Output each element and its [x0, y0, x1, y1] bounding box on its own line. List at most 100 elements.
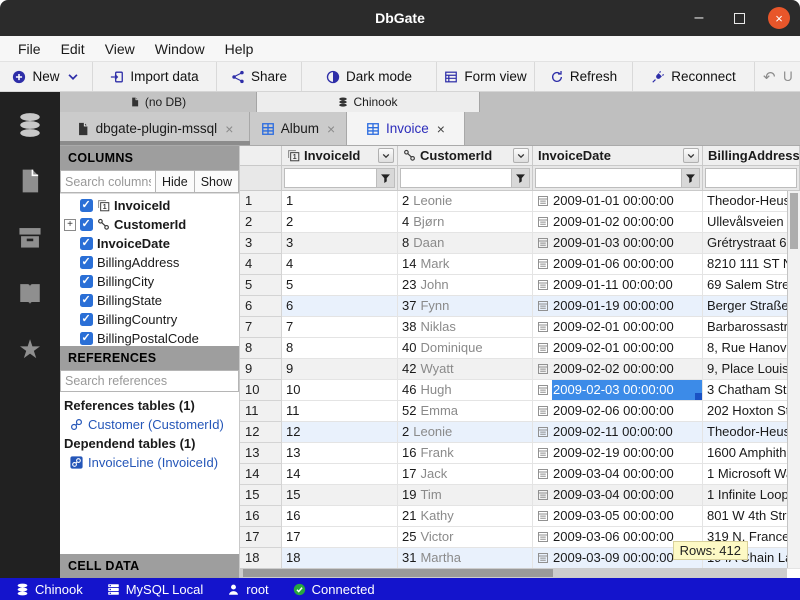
search-columns-input[interactable] — [60, 170, 156, 193]
horizontal-scrollbar[interactable] — [240, 568, 787, 578]
cell-customerid[interactable]: 21Kathy — [398, 506, 533, 527]
cell-invoicedate[interactable]: 2009-02-03 00:00:00 — [533, 380, 703, 401]
cell-customerid[interactable]: 42Wyatt — [398, 359, 533, 380]
filter-funnel-button[interactable] — [377, 168, 395, 188]
cell-invoicedate[interactable]: 2009-01-02 00:00:00 — [533, 212, 703, 233]
cell-billingaddress[interactable]: 202 Hoxton Street — [703, 401, 800, 422]
toolbar-form-view-button[interactable]: Form view — [437, 62, 535, 91]
toolbar-new-button[interactable]: New — [0, 62, 93, 91]
checkbox-checked-icon[interactable] — [80, 313, 93, 326]
cell-billingaddress[interactable]: 1 Infinite Loop — [703, 485, 800, 506]
cell-customerid[interactable]: 19Tim — [398, 485, 533, 506]
filter-input[interactable] — [705, 168, 797, 188]
tab-scrollbar[interactable] — [60, 141, 250, 145]
cell-invoicedate[interactable]: 2009-01-01 00:00:00 — [533, 191, 703, 212]
status-connected[interactable]: Connected — [293, 582, 375, 597]
filter-input[interactable] — [400, 168, 512, 188]
menu-help[interactable]: Help — [217, 39, 262, 59]
cell-billingaddress[interactable]: 801 W 4th Street — [703, 506, 800, 527]
cell-billingaddress[interactable]: Theodor-Heuss-Straße 34 — [703, 191, 800, 212]
cell-billingaddress[interactable]: 8210 111 ST NW — [703, 254, 800, 275]
column-menu-button[interactable] — [513, 148, 529, 163]
column-item-billingcity[interactable]: BillingCity — [60, 272, 239, 291]
column-header-invoiceid[interactable]: 1InvoiceId — [282, 146, 398, 165]
cell-invoiceid[interactable]: 18 — [282, 548, 398, 569]
tab-album[interactable]: Album× — [250, 112, 347, 145]
cell-invoiceid[interactable]: 4 — [282, 254, 398, 275]
cell-customerid[interactable]: 23John — [398, 275, 533, 296]
column-item-billingstate[interactable]: BillingState — [60, 291, 239, 310]
status-mysql-local[interactable]: MySQL Local — [107, 582, 204, 597]
column-item-billingaddress[interactable]: BillingAddress — [60, 253, 239, 272]
cell-invoiceid[interactable]: 12 — [282, 422, 398, 443]
reference-link-invoiceline[interactable]: InvoiceLine (InvoiceId) — [62, 453, 239, 472]
cell-customerid[interactable]: 37Fynn — [398, 296, 533, 317]
cell-customerid[interactable]: 2Leonie — [398, 191, 533, 212]
filter-funnel-button[interactable] — [682, 168, 700, 188]
sidebar-database-button[interactable] — [15, 110, 45, 140]
column-menu-button[interactable] — [683, 148, 699, 163]
sidebar-star-button[interactable]: ★ — [15, 334, 45, 364]
cell-invoicedate[interactable]: 2009-02-19 00:00:00 — [533, 443, 703, 464]
cell-invoicedate[interactable]: 2009-01-19 00:00:00 — [533, 296, 703, 317]
cell-customerid[interactable]: 17Jack — [398, 464, 533, 485]
toolbar-dark-mode-button[interactable]: Dark mode — [302, 62, 437, 91]
cell-billingaddress[interactable]: 69 Salem Street — [703, 275, 800, 296]
toolbar-reconnect-button[interactable]: Reconnect — [633, 62, 755, 91]
close-icon[interactable]: × — [768, 7, 790, 29]
close-icon[interactable]: × — [225, 121, 233, 137]
cell-invoiceid[interactable]: 1 — [282, 191, 398, 212]
toolbar-u-button[interactable]: ↶U — [755, 62, 800, 91]
show-button[interactable]: Show — [195, 170, 239, 193]
sidebar-file-button[interactable] — [15, 166, 45, 196]
cell-invoiceid[interactable]: 7 — [282, 317, 398, 338]
cell-invoicedate[interactable]: 2009-02-11 00:00:00 — [533, 422, 703, 443]
menu-window[interactable]: Window — [147, 39, 213, 59]
cell-invoiceid[interactable]: 10 — [282, 380, 398, 401]
expand-icon[interactable]: + — [64, 219, 76, 231]
column-menu-button[interactable] — [378, 148, 394, 163]
column-item-billingcountry[interactable]: BillingCountry — [60, 310, 239, 329]
vertical-scrollbar[interactable] — [787, 191, 800, 568]
cell-customerid[interactable]: 8Daan — [398, 233, 533, 254]
cell-invoicedate[interactable]: 2009-01-11 00:00:00 — [533, 275, 703, 296]
cell-billingaddress[interactable]: Grétrystraat 63 — [703, 233, 800, 254]
cell-customerid[interactable]: 25Victor — [398, 527, 533, 548]
cell-invoiceid[interactable]: 14 — [282, 464, 398, 485]
cell-invoicedate[interactable]: 2009-01-06 00:00:00 — [533, 254, 703, 275]
cell-invoiceid[interactable]: 17 — [282, 527, 398, 548]
cell-invoiceid[interactable]: 5 — [282, 275, 398, 296]
checkbox-checked-icon[interactable] — [80, 256, 93, 269]
cell-invoiceid[interactable]: 11 — [282, 401, 398, 422]
search-references-input[interactable] — [60, 370, 239, 392]
cell-customerid[interactable]: 52Emma — [398, 401, 533, 422]
toolbar-import-data-button[interactable]: Import data — [93, 62, 217, 91]
cell-invoiceid[interactable]: 16 — [282, 506, 398, 527]
toolbar-share-button[interactable]: Share — [217, 62, 302, 91]
selection-fill-handle[interactable] — [695, 393, 702, 400]
column-item-invoicedate[interactable]: InvoiceDate — [60, 234, 239, 253]
checkbox-checked-icon[interactable] — [80, 218, 93, 231]
cell-billingaddress[interactable]: 3 Chatham Street — [703, 380, 800, 401]
column-item-invoiceid[interactable]: 1InvoiceId — [60, 196, 239, 215]
cell-invoicedate[interactable]: 2009-02-01 00:00:00 — [533, 317, 703, 338]
menu-edit[interactable]: Edit — [53, 39, 93, 59]
cell-invoicedate[interactable]: 2009-03-04 00:00:00 — [533, 485, 703, 506]
menu-view[interactable]: View — [97, 39, 143, 59]
checkbox-checked-icon[interactable] — [80, 199, 93, 212]
cell-invoicedate[interactable]: 2009-01-03 00:00:00 — [533, 233, 703, 254]
checkbox-checked-icon[interactable] — [80, 294, 93, 307]
column-header-customerid[interactable]: CustomerId — [398, 146, 533, 165]
checkbox-checked-icon[interactable] — [80, 275, 93, 288]
cell-customerid[interactable]: 40Dominique — [398, 338, 533, 359]
cell-invoiceid[interactable]: 8 — [282, 338, 398, 359]
vertical-scrollbar-thumb[interactable] — [790, 193, 798, 249]
maximize-icon[interactable] — [728, 7, 750, 29]
cell-invoicedate[interactable]: 2009-03-04 00:00:00 — [533, 464, 703, 485]
status-chinook[interactable]: Chinook — [16, 582, 83, 597]
cell-customerid[interactable]: 14Mark — [398, 254, 533, 275]
cell-billingaddress[interactable]: 1 Microsoft Way — [703, 464, 800, 485]
tab-invoice[interactable]: Invoice× — [347, 112, 465, 145]
toolbar-refresh-button[interactable]: Refresh — [535, 62, 633, 91]
cell-invoicedate[interactable]: 2009-02-01 00:00:00 — [533, 338, 703, 359]
